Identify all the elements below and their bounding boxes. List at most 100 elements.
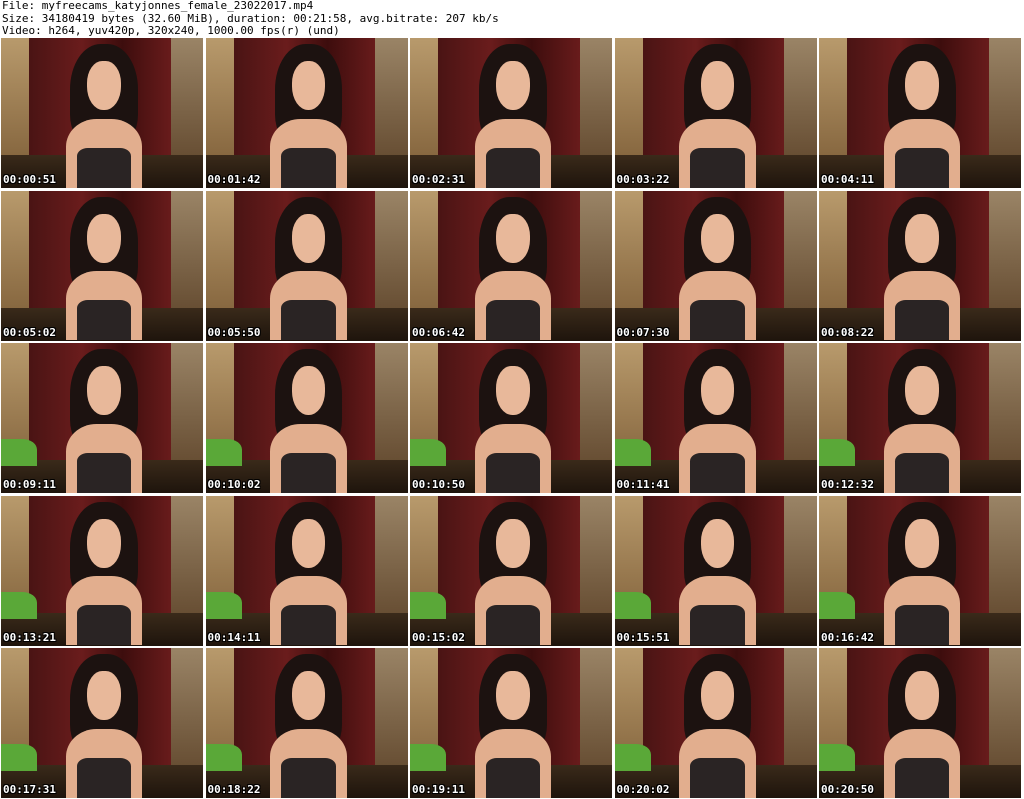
video-frame-thumbnail: 00:15:51 — [614, 495, 817, 646]
person-figure — [62, 44, 147, 188]
frame-timestamp: 00:19:11 — [412, 783, 465, 796]
face — [496, 518, 530, 568]
face — [700, 518, 735, 568]
face — [496, 671, 530, 721]
video-frame-thumbnail: 00:13:21 — [1, 495, 203, 646]
frame-timestamp: 00:10:02 — [207, 478, 261, 491]
face — [905, 213, 939, 263]
frame-timestamp: 00:09:11 — [3, 478, 56, 491]
video-frame-thumbnail: 00:01:42 — [205, 38, 408, 188]
clothing — [690, 452, 745, 493]
video-frame-thumbnail: 00:20:50 — [819, 648, 1021, 798]
person-figure — [62, 501, 147, 646]
green-object — [410, 439, 447, 466]
frame-timestamp: 00:15:02 — [412, 630, 465, 644]
green-object — [1, 744, 38, 771]
person-figure — [675, 196, 760, 341]
face — [496, 366, 530, 416]
face — [496, 213, 530, 263]
person-figure — [471, 44, 556, 188]
frame-timestamp: 00:16:42 — [821, 630, 874, 644]
person-figure — [880, 196, 965, 341]
face — [87, 213, 121, 263]
person-figure — [880, 44, 965, 188]
person-figure — [62, 196, 147, 341]
file-info-header: File: myfreecams_katyjonnes_female_23022… — [2, 0, 1022, 38]
frame-timestamp: 00:08:22 — [821, 325, 874, 339]
green-object — [614, 591, 651, 619]
clothing — [281, 605, 336, 646]
person-figure — [675, 349, 760, 493]
video-frame-thumbnail: 00:20:02 — [614, 648, 817, 798]
person-figure — [471, 349, 556, 493]
frame-timestamp: 00:12:32 — [821, 478, 874, 491]
person-figure — [266, 44, 351, 188]
frame-timestamp: 00:05:02 — [3, 325, 56, 339]
face — [291, 518, 326, 568]
face — [700, 61, 735, 111]
person-figure — [62, 654, 147, 798]
frame-timestamp: 00:18:22 — [207, 783, 261, 796]
green-object — [1, 591, 38, 619]
person-figure — [266, 196, 351, 341]
face — [87, 61, 121, 111]
face — [905, 366, 939, 416]
frame-timestamp: 00:03:22 — [616, 173, 670, 186]
clothing — [76, 147, 132, 188]
video-frame-thumbnail: 00:10:02 — [205, 343, 408, 493]
clothing — [281, 757, 336, 798]
video-frame-thumbnail: 00:09:11 — [1, 343, 203, 493]
video-frame-thumbnail: 00:15:02 — [410, 495, 612, 646]
video-frame-thumbnail: 00:00:51 — [1, 38, 203, 188]
face — [87, 671, 121, 721]
video-frame-thumbnail: 00:04:11 — [819, 38, 1021, 188]
clothing — [76, 605, 132, 646]
face — [496, 61, 530, 111]
person-figure — [675, 654, 760, 798]
thumbnail-grid: 00:00:51 00:01:42 00:02:31 00:03:22 00:04:11… — [0, 38, 1024, 799]
green-object — [1, 439, 38, 466]
frame-timestamp: 00:04:11 — [821, 173, 874, 186]
green-object — [614, 744, 651, 771]
video-frame-thumbnail: 00:05:50 — [205, 190, 408, 341]
video-info-line: Video: h264, yuv420p, 320x240, 1000.00 f… — [2, 24, 340, 37]
video-frame-thumbnail: 00:05:02 — [1, 190, 203, 341]
frame-timestamp: 00:00:51 — [3, 173, 56, 186]
person-figure — [675, 501, 760, 646]
video-frame-thumbnail: 00:12:32 — [819, 343, 1021, 493]
face — [291, 366, 326, 416]
clothing — [485, 605, 541, 646]
frame-timestamp: 00:15:51 — [616, 630, 670, 644]
video-frame-thumbnail: 00:19:11 — [410, 648, 612, 798]
face — [700, 366, 735, 416]
frame-timestamp: 00:14:11 — [207, 630, 261, 644]
person-figure — [266, 654, 351, 798]
face — [291, 213, 326, 263]
face — [291, 671, 326, 721]
video-frame-thumbnail: 00:18:22 — [205, 648, 408, 798]
frame-timestamp: 00:13:21 — [3, 630, 56, 644]
frame-timestamp: 00:17:31 — [3, 783, 56, 796]
video-frame-thumbnail: 00:07:30 — [614, 190, 817, 341]
clothing — [690, 147, 745, 188]
person-figure — [880, 349, 965, 493]
clothing — [281, 300, 336, 341]
face — [87, 366, 121, 416]
frame-timestamp: 00:10:50 — [412, 478, 465, 491]
clothing — [690, 605, 745, 646]
face — [905, 61, 939, 111]
person-figure — [471, 501, 556, 646]
clothing — [690, 300, 745, 341]
green-object — [819, 439, 856, 466]
frame-timestamp: 00:20:50 — [821, 783, 874, 796]
green-object — [205, 591, 242, 619]
person-figure — [471, 654, 556, 798]
clothing — [690, 757, 745, 798]
frame-timestamp: 00:07:30 — [616, 325, 670, 339]
frame-timestamp: 00:05:50 — [207, 325, 261, 339]
face — [700, 671, 735, 721]
clothing — [894, 300, 950, 341]
clothing — [281, 147, 336, 188]
frame-timestamp: 00:20:02 — [616, 783, 670, 796]
person-figure — [880, 654, 965, 798]
